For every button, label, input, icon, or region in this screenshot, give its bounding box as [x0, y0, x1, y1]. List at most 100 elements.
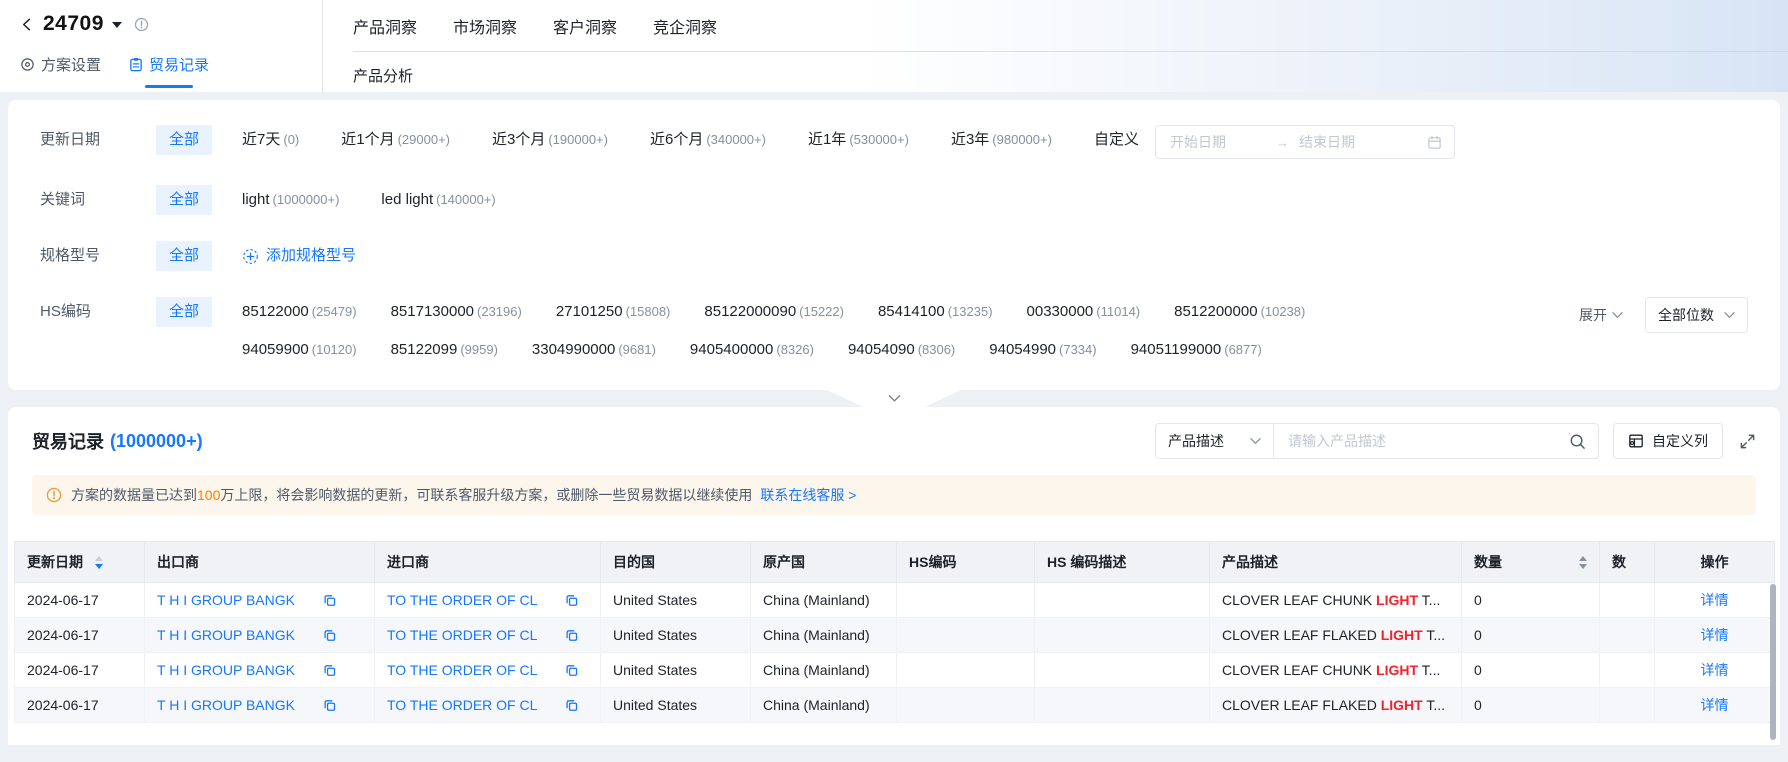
plan-selector[interactable]: 24709	[20, 12, 322, 36]
sort-date-control[interactable]	[95, 555, 103, 569]
importer-link[interactable]: TO THE ORDER OF CL	[387, 662, 537, 678]
hs-code-option[interactable]: 94054090 (8306)	[848, 335, 955, 365]
copy-icon[interactable]	[323, 664, 336, 677]
digits-select[interactable]: 全部位数	[1645, 297, 1748, 333]
hs-code-option[interactable]: 85414100 (13235)	[878, 297, 993, 327]
date-range-option[interactable]: 近1年 (530000+)	[808, 125, 909, 155]
date-range-option[interactable]: 近3个月 (190000+)	[492, 125, 608, 155]
detail-link[interactable]: 详情	[1701, 627, 1729, 643]
expand-button[interactable]: 展开	[1579, 305, 1623, 325]
quota-notice-banner: 方案的数据量已达到 100 万上限，将会影响数据的更新，可联系客服升级方案，或删除一…	[32, 475, 1756, 515]
col-header-quantity-clipped: 数	[1599, 541, 1655, 583]
nav-tab[interactable]: 产品洞察	[353, 14, 417, 38]
plan-id[interactable]: 24709	[43, 12, 104, 36]
table-row: 2024-06-17 T H I GROUP BANGK TO THE ORDE…	[14, 582, 1775, 618]
expand-label: 展开	[1579, 307, 1607, 323]
back-icon[interactable]	[20, 17, 35, 32]
date-range-option[interactable]: 近1个月 (29000+)	[341, 125, 450, 155]
vertical-scrollbar[interactable]	[1770, 584, 1776, 740]
date-range-picker[interactable]: →	[1154, 125, 1455, 159]
cell-action: 详情	[1654, 617, 1775, 653]
detail-link[interactable]: 详情	[1701, 697, 1729, 713]
copy-icon[interactable]	[323, 594, 336, 607]
chevron-down-icon	[888, 395, 900, 402]
hs-code-option[interactable]: 9405400000 (8326)	[690, 335, 814, 365]
search-field-select[interactable]: 产品描述	[1156, 424, 1274, 458]
update-date-all-chip[interactable]: 全部	[156, 125, 213, 155]
nav-tab[interactable]: 竞企洞察	[653, 14, 717, 38]
copy-icon[interactable]	[565, 664, 578, 677]
hs-code-option[interactable]: 8512200000 (10238)	[1174, 297, 1305, 327]
subtab-trade-records[interactable]: 贸易记录	[129, 54, 209, 75]
importer-link[interactable]: TO THE ORDER OF CL	[387, 697, 537, 713]
cell-product: CLOVER LEAF CHUNK LIGHT T...	[1209, 582, 1462, 618]
hs-code-option[interactable]: 94051199000 (6877)	[1131, 335, 1262, 365]
calendar-icon[interactable]	[1427, 135, 1442, 150]
keyword-option[interactable]: led light (140000+)	[381, 185, 495, 215]
copy-icon[interactable]	[565, 594, 578, 607]
keyword-all-chip[interactable]: 全部	[156, 185, 213, 215]
exporter-link[interactable]: T H I GROUP BANGK	[157, 662, 295, 678]
cell-exporter: T H I GROUP BANGK	[144, 687, 375, 723]
contact-support-link[interactable]: 联系在线客服 >	[760, 485, 856, 505]
cell-origin: China (Mainland)	[750, 582, 897, 618]
nav-tab[interactable]: 客户洞察	[553, 14, 617, 38]
hs-code-option[interactable]: 85122099 (9959)	[391, 335, 498, 365]
cell-destination: United States	[600, 652, 751, 688]
info-icon[interactable]	[134, 17, 149, 32]
sort-asc-icon	[1579, 555, 1587, 561]
hs-code-option[interactable]: 00330000 (11014)	[1027, 297, 1141, 327]
detail-link[interactable]: 详情	[1701, 662, 1729, 678]
search-input-wrap	[1274, 424, 1598, 458]
col-header-action: 操作	[1654, 541, 1775, 583]
search-input[interactable]	[1286, 432, 1561, 450]
copy-icon[interactable]	[565, 629, 578, 642]
exporter-link[interactable]: T H I GROUP BANGK	[157, 697, 295, 713]
keyword-option[interactable]: light (1000000+)	[242, 185, 339, 215]
hs-code-option[interactable]: 94059900 (10120)	[242, 335, 357, 365]
importer-link[interactable]: TO THE ORDER OF CL	[387, 592, 537, 608]
customize-columns-button[interactable]: 自定义列	[1613, 423, 1723, 459]
importer-link[interactable]: TO THE ORDER OF CL	[387, 627, 537, 643]
hs-code-option[interactable]: 27101250 (15808)	[556, 297, 671, 327]
cell-hs-desc	[1034, 652, 1210, 688]
date-range-option[interactable]: 近3年 (980000+)	[951, 125, 1052, 155]
copy-icon[interactable]	[323, 699, 336, 712]
records-header: 贸易记录 (1000000+) 产品描述 请输入产品描述 自定义列	[8, 407, 1780, 475]
search-icon[interactable]	[1569, 433, 1586, 450]
cell-quantity: 0	[1461, 687, 1600, 723]
settings-icon	[20, 57, 35, 72]
custom-date-label: 自定义	[1093, 131, 1139, 148]
cell-importer: TO THE ORDER OF CL	[374, 687, 601, 723]
copy-icon[interactable]	[323, 629, 336, 642]
cell-quantity-clipped	[1599, 582, 1655, 618]
detail-link[interactable]: 详情	[1701, 592, 1729, 608]
sort-quantity-control[interactable]	[1579, 555, 1587, 569]
hs-code-option[interactable]: 94054990 (7334)	[989, 335, 1096, 365]
subtab-plan-settings[interactable]: 方案设置	[20, 54, 101, 75]
cell-action: 详情	[1654, 652, 1775, 688]
spec-all-chip[interactable]: 全部	[156, 241, 213, 271]
date-range-option[interactable]: 近7天 (0)	[242, 125, 299, 155]
collapse-filters-handle[interactable]	[827, 390, 961, 407]
hs-code-option[interactable]: 85122000090 (15222)	[704, 297, 844, 327]
sort-desc-icon	[1579, 563, 1587, 569]
end-date-input[interactable]	[1296, 133, 1419, 151]
hs-code-option[interactable]: 3304990000 (9681)	[532, 335, 656, 365]
keyword-options: light (1000000+) led light (140000+)	[242, 185, 496, 215]
customize-columns-icon	[1628, 433, 1644, 449]
start-date-input[interactable]	[1167, 133, 1268, 151]
add-spec-button[interactable]: 添加规格型号	[242, 241, 356, 271]
date-range-option[interactable]: 近6个月 (340000+)	[650, 125, 766, 155]
copy-icon[interactable]	[565, 699, 578, 712]
cell-product: CLOVER LEAF CHUNK LIGHT T...	[1209, 652, 1462, 688]
hs-all-chip[interactable]: 全部	[156, 297, 213, 327]
secondary-nav-item[interactable]: 产品分析	[353, 52, 1788, 86]
hs-code-option[interactable]: 8517130000 (23196)	[391, 297, 522, 327]
hs-code-option[interactable]: 85122000 (25479)	[242, 297, 357, 327]
nav-tab[interactable]: 市场洞察	[453, 14, 517, 38]
caret-down-icon[interactable]	[111, 22, 122, 28]
exporter-link[interactable]: T H I GROUP BANGK	[157, 592, 295, 608]
exporter-link[interactable]: T H I GROUP BANGK	[157, 627, 295, 643]
fullscreen-icon[interactable]	[1739, 433, 1756, 450]
